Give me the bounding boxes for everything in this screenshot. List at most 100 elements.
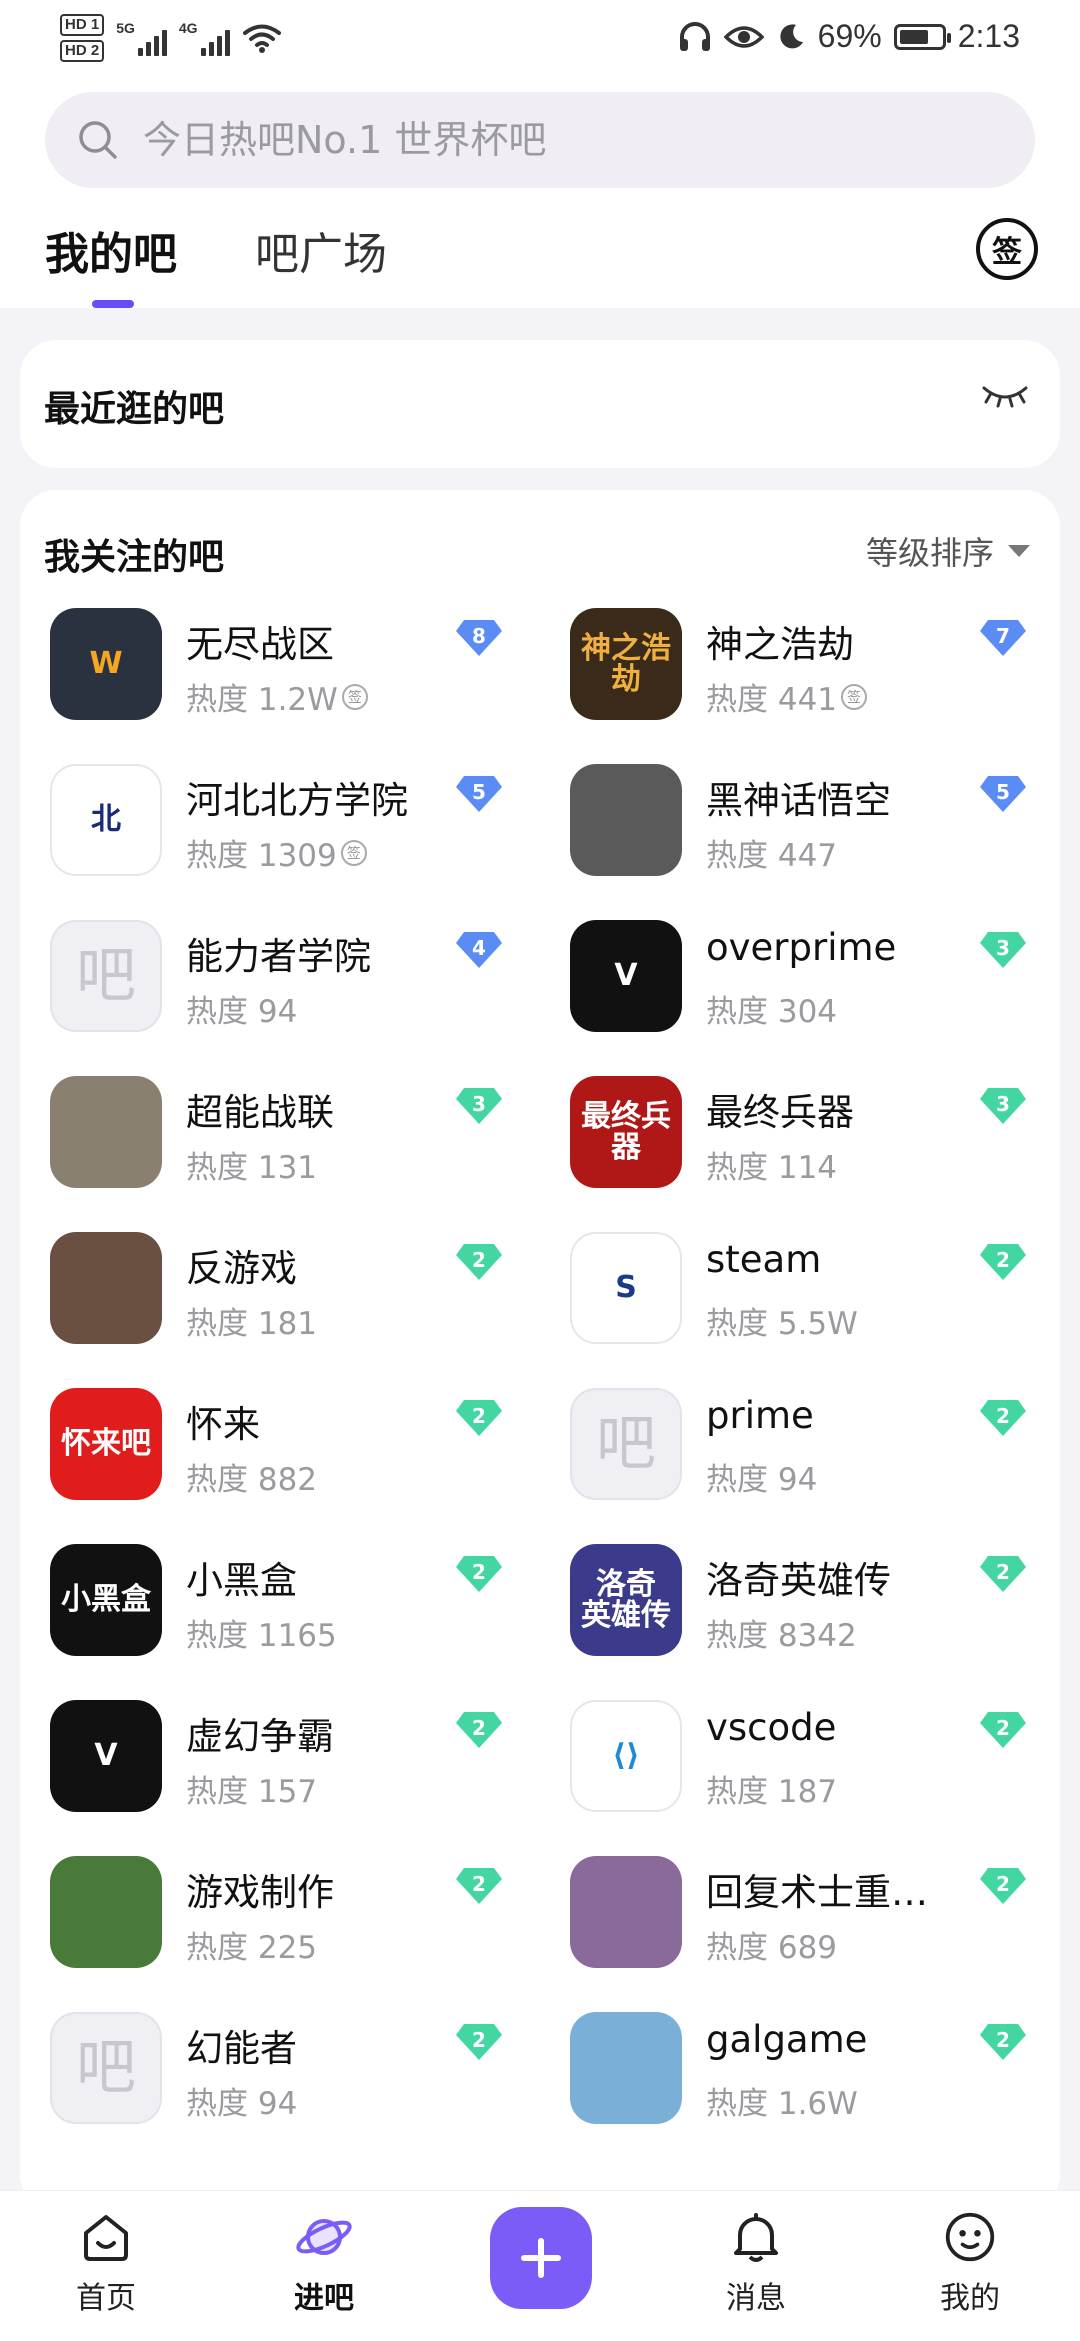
hd1-badge: HD 1 [60, 14, 105, 36]
level-badge: 3 [454, 1086, 504, 1126]
level-number: 2 [472, 1872, 486, 1896]
forum-avatar: W [50, 608, 162, 720]
forum-item[interactable]: W 无尽战区 热度 1.2W 签 8 [50, 608, 570, 764]
forum-heat: 热度 157 [186, 1766, 317, 1811]
forum-name: steam [706, 1238, 822, 1281]
nav-messages-label: 消息 [726, 2281, 786, 2316]
forum-item[interactable]: 超能战联 热度 131 3 [50, 1076, 570, 1232]
tab-my-forums[interactable]: 我的吧 [45, 218, 177, 282]
forum-heat: 热度 304 [706, 986, 837, 1031]
forum-heat-text: 热度 181 [186, 1306, 318, 1342]
forum-item[interactable]: Voverprime 热度 304 3 [570, 920, 1060, 1076]
forum-name: 小黑盒 [186, 1559, 297, 1602]
forum-heat: 热度 94 [186, 986, 297, 1031]
forum-item[interactable]: 黑神话悟空 热度 447 5 [570, 764, 1060, 920]
sort-by-level-button[interactable]: 等级排序 [866, 528, 1030, 574]
level-number: 8 [472, 624, 486, 648]
forum-heat-text: 热度 1.2W [186, 682, 338, 718]
forum-heat-text: 热度 187 [706, 1774, 838, 1810]
forum-heat: 热度 1.2W 签 [186, 674, 368, 719]
nav-home[interactable]: 首页 [36, 2211, 176, 2317]
smile-face-icon [945, 2212, 995, 2262]
forum-heat: 热度 1.6W [706, 2078, 858, 2123]
bottom-nav: 首页 进吧 消息 我的 [0, 2190, 1080, 2341]
level-number: 2 [472, 1716, 486, 1740]
forum-avatar: 神之浩劫 [570, 608, 682, 720]
forum-heat: 热度 447 [706, 830, 837, 875]
forum-heat: 热度 225 [186, 1922, 317, 1967]
forum-heat: 热度 181 [186, 1298, 317, 1343]
forum-avatar: 怀来吧 [50, 1388, 162, 1500]
level-number: 3 [996, 936, 1010, 960]
eye-closed-icon[interactable] [980, 380, 1030, 410]
forum-heat: 热度 8342 [706, 1610, 857, 1655]
forum-avatar-text: 北 [91, 802, 121, 838]
forum-avatar: 吧 [50, 920, 162, 1032]
forum-avatar-text: V [94, 1738, 118, 1774]
level-badge: 2 [978, 1554, 1028, 1594]
forum-item[interactable]: 吧 能力者学院 热度 94 4 [50, 920, 570, 1076]
level-badge: 2 [454, 1242, 504, 1282]
forum-avatar-text: 吧 [76, 940, 136, 1011]
forum-name: 最终兵器 [706, 1091, 854, 1134]
sign-in-button[interactable]: 签 [976, 218, 1038, 280]
forum-item[interactable]: 洛奇 英雄传 洛奇英雄传 热度 8342 2 [570, 1544, 1060, 1700]
forum-avatar-text: 神之浩劫 [581, 630, 671, 697]
forum-avatar-text: 吧 [596, 1408, 656, 1479]
forum-heat: 热度 5.5W [706, 1298, 858, 1343]
search-input[interactable] [141, 117, 1035, 163]
forum-avatar: ⟨⟩ [570, 1700, 682, 1812]
recent-forums-title: 最近逛的吧 [44, 389, 225, 430]
forum-item[interactable]: 吧 prime 热度 94 2 [570, 1388, 1060, 1544]
forum-avatar-text: S [615, 1270, 637, 1306]
level-badge: 2 [454, 1554, 504, 1594]
level-badge: 2 [978, 1710, 1028, 1750]
eye-icon [723, 25, 764, 48]
level-number: 2 [996, 1560, 1010, 1584]
forum-item[interactable]: 北 河北北方学院 热度 1309 签 5 [50, 764, 570, 920]
level-number: 5 [996, 780, 1010, 804]
forum-item[interactable]: 神之浩劫 神之浩劫 热度 441 签 7 [570, 608, 1060, 764]
forum-item[interactable]: 最终兵器 最终兵器 热度 114 3 [570, 1076, 1060, 1232]
level-badge: 5 [978, 774, 1028, 814]
forum-heat-text: 热度 1.6W [706, 2086, 858, 2122]
forum-name: overprime [706, 926, 897, 969]
signed-icon: 签 [341, 683, 368, 710]
recent-forums-card[interactable]: 最近逛的吧 [20, 340, 1060, 468]
level-badge: 8 [454, 618, 504, 658]
forum-planet-icon [296, 2219, 352, 2255]
forum-item[interactable]: 吧 幻能者 热度 94 2 [50, 2012, 570, 2168]
create-post-button[interactable] [490, 2207, 592, 2309]
forum-item[interactable]: galgame 热度 1.6W 2 [570, 2012, 1060, 2168]
forum-item[interactable]: 反游戏 热度 181 2 [50, 1232, 570, 1388]
forum-heat-text: 热度 114 [706, 1150, 838, 1186]
forum-item[interactable]: 回复术士重… 热度 689 2 [570, 1856, 1060, 2012]
level-badge: 2 [454, 1710, 504, 1750]
forum-heat-text: 热度 225 [186, 1930, 318, 1966]
forum-item[interactable]: 小黑盒 小黑盒 热度 1165 2 [50, 1544, 570, 1700]
nav-messages[interactable]: 消息 [686, 2211, 826, 2317]
forum-item[interactable]: ⟨⟩ vscode 热度 187 2 [570, 1700, 1060, 1856]
nav-profile[interactable]: 我的 [900, 2211, 1040, 2317]
forum-item[interactable]: Ssteam 热度 5.5W 2 [570, 1232, 1060, 1388]
forum-name: 河北北方学院 [186, 779, 408, 822]
nav-forums[interactable]: 进吧 [254, 2211, 394, 2317]
level-badge: 2 [454, 1866, 504, 1906]
forum-heat: 热度 441 签 [706, 674, 868, 719]
tab-forum-square[interactable]: 吧广场 [255, 218, 387, 282]
forum-item[interactable]: 游戏制作 热度 225 2 [50, 1856, 570, 2012]
forum-heat: 热度 882 [186, 1454, 317, 1499]
signed-icon: 签 [841, 683, 868, 710]
status-right: 69% 2:13 [678, 18, 1020, 55]
forum-heat-text: 热度 157 [186, 1774, 318, 1810]
forum-name: 神之浩劫 [706, 623, 854, 666]
forum-avatar-text: ⟨⟩ [612, 1738, 640, 1774]
level-number: 2 [996, 1404, 1010, 1428]
level-badge: 2 [454, 1398, 504, 1438]
forum-item[interactable]: V 虚幻争霸 热度 157 2 [50, 1700, 570, 1856]
forum-item[interactable]: 怀来吧 怀来 热度 882 2 [50, 1388, 570, 1544]
forum-avatar [50, 1856, 162, 1968]
search-bar[interactable] [45, 92, 1035, 188]
level-number: 2 [996, 2028, 1010, 2052]
forum-name: prime [706, 1394, 814, 1437]
